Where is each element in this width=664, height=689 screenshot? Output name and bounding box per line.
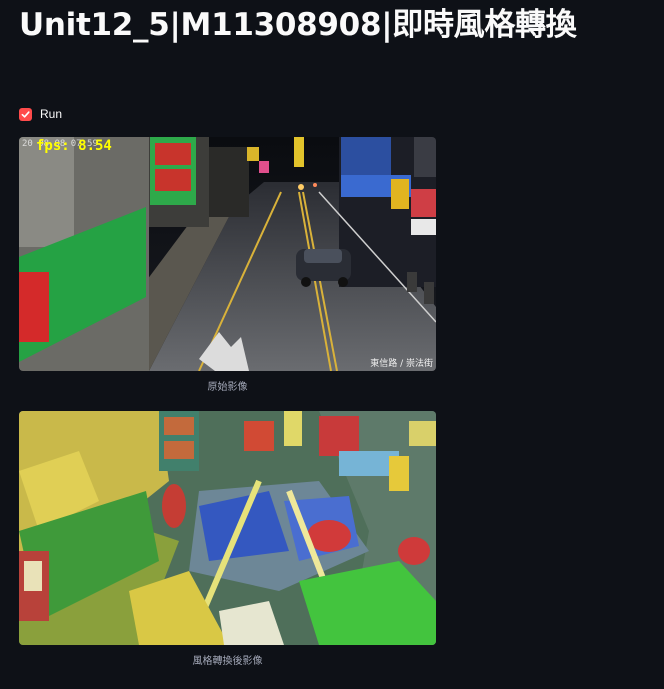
run-checkbox[interactable] [19,107,32,121]
original-image: 20 08 08 07:59 fps: 8.54 東信路 / 崇法街 [19,137,436,371]
run-checkbox-row[interactable]: Run [19,105,62,123]
app-root: Unit12_5|M11308908|即時風格轉換 Run 20 08 08 0… [0,0,664,689]
fps-overlay: fps: 8.54 [36,138,112,154]
run-label: Run [40,107,63,121]
style-transfer-image [19,411,436,645]
original-image-caption: 原始影像 [207,382,248,393]
page-title: Unit12_5|M11308908|即時風格轉換 [19,7,577,43]
checkmark-icon [21,110,30,118]
street-camera-image [19,137,436,371]
styled-image [19,411,436,645]
original-image-block: 20 08 08 07:59 fps: 8.54 東信路 / 崇法街 原始影像 [19,137,436,393]
styled-image-caption: 風格轉換後影像 [192,656,263,667]
styled-image-block: 風格轉換後影像 [19,411,436,667]
street-label-overlay: 東信路 / 崇法街 [370,359,433,369]
